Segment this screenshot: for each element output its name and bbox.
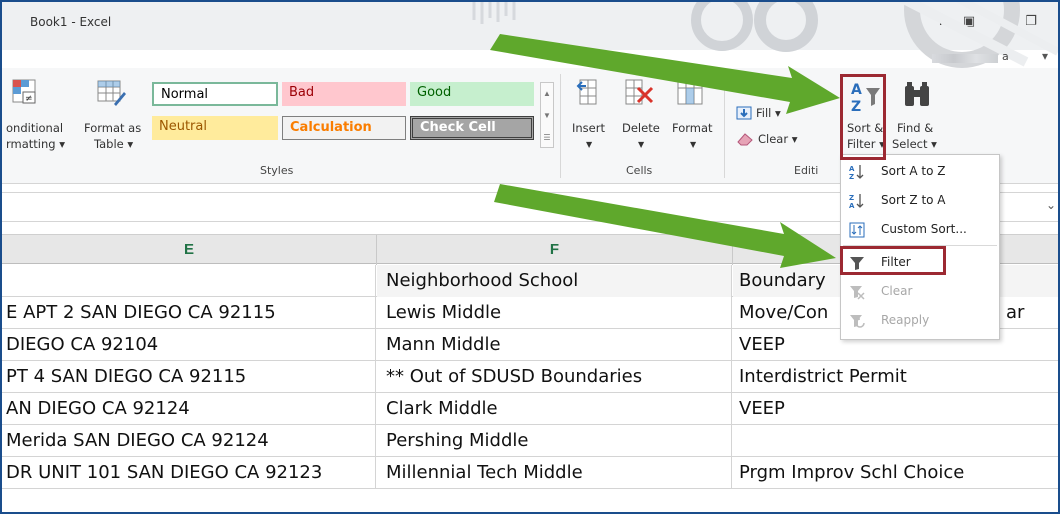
- menu-item-sort-z-to-a[interactable]: Z A Sort Z to A: [841, 186, 999, 214]
- style-good[interactable]: Good: [410, 82, 534, 106]
- cell-e[interactable]: E APT 2 SAN DIEGO CA 92115: [2, 297, 376, 329]
- insert-dropdown-icon[interactable]: ▼: [586, 137, 592, 152]
- help-button[interactable]: ?: [932, 14, 950, 29]
- menu-item-custom-sort[interactable]: Custom Sort...: [841, 215, 999, 243]
- styles-group-label: Styles: [260, 164, 294, 177]
- excel-window: Book1 - Excel ? ▣ — ❐ a ▾ ≠ onditional r…: [0, 0, 1060, 514]
- svg-text:Z: Z: [849, 173, 854, 180]
- style-calculation[interactable]: Calculation: [282, 116, 406, 140]
- cell-f[interactable]: Mann Middle: [377, 329, 732, 361]
- cell-e[interactable]: PT 4 SAN DIEGO CA 92115: [2, 361, 376, 393]
- table-row: DR UNIT 101 SAN DIEGO CA 92123 Millennia…: [2, 457, 1058, 489]
- format-cells-icon[interactable]: [676, 78, 706, 108]
- account-area[interactable]: a: [932, 50, 1012, 66]
- svg-text:Z: Z: [849, 194, 854, 202]
- menu-label: Clear: [881, 284, 913, 298]
- menu-label: Sort A to Z: [881, 164, 946, 178]
- cell-f[interactable]: Millennial Tech Middle: [377, 457, 732, 489]
- restore-button[interactable]: ❐: [1022, 14, 1040, 29]
- sort-filter-highlight-box: [840, 74, 886, 160]
- conditional-formatting-icon[interactable]: ≠: [10, 78, 38, 106]
- account-name-redacted: [932, 54, 998, 63]
- cell-g[interactable]: [733, 425, 1058, 457]
- format-dropdown-icon[interactable]: ▼: [690, 137, 696, 152]
- menu-label: Reapply: [881, 313, 930, 327]
- ribbon-display-options-button[interactable]: ▣: [960, 14, 978, 29]
- find-select-label-2[interactable]: Select ▾: [892, 137, 937, 152]
- insert-cells-icon[interactable]: [576, 78, 602, 108]
- insert-button[interactable]: Insert: [572, 121, 605, 136]
- style-normal[interactable]: Normal: [152, 82, 278, 106]
- conditional-formatting-label-2[interactable]: rmatting ▾: [6, 137, 65, 152]
- cell-e[interactable]: DR UNIT 101 SAN DIEGO CA 92123: [2, 457, 376, 489]
- cell-e[interactable]: Merida SAN DIEGO CA 92124: [2, 425, 376, 457]
- cell-f[interactable]: Neighborhood School: [377, 265, 732, 297]
- title-bar: Book1 - Excel ? ▣ — ❐: [2, 2, 1058, 50]
- cell-e[interactable]: DIEGO CA 92104: [2, 329, 376, 361]
- clear-eraser-icon[interactable]: [736, 132, 754, 146]
- editing-group-label: Editi: [794, 164, 819, 177]
- cell-e[interactable]: [2, 265, 376, 297]
- cells-group-label: Cells: [626, 164, 653, 177]
- delete-cells-icon[interactable]: [624, 78, 654, 108]
- format-as-table-icon[interactable]: [94, 78, 126, 108]
- styles-gallery-scroll[interactable]: ▲ ▼ ☰: [540, 82, 554, 148]
- delete-dropdown-icon[interactable]: ▼: [638, 137, 644, 152]
- cell-g[interactable]: Prgm Improv Schl Choice: [733, 457, 1058, 489]
- fill-icon[interactable]: [736, 106, 752, 120]
- formula-bar-expand-icon[interactable]: ⌄: [1046, 198, 1056, 212]
- sort-ascending-icon: A Z: [849, 165, 864, 180]
- cell-f[interactable]: Clark Middle: [377, 393, 732, 425]
- filter-highlight-box: [840, 246, 946, 275]
- account-chevron-icon[interactable]: ▾: [1042, 49, 1048, 63]
- menu-item-clear[interactable]: Clear: [841, 277, 999, 305]
- group-divider: [560, 74, 561, 178]
- clear-filter-icon: [850, 286, 865, 300]
- format-as-table-label-1[interactable]: Format as: [84, 121, 141, 136]
- group-divider: [724, 74, 725, 178]
- menu-label: Custom Sort...: [881, 222, 967, 236]
- column-header-e[interactable]: E: [2, 235, 377, 265]
- fill-button[interactable]: Fill ▾: [756, 106, 781, 121]
- table-row: PT 4 SAN DIEGO CA 92115 ** Out of SDUSD …: [2, 361, 1058, 393]
- menu-label: Sort Z to A: [881, 193, 946, 207]
- format-button[interactable]: Format: [672, 121, 713, 136]
- style-bad[interactable]: Bad: [282, 82, 406, 106]
- binoculars-icon[interactable]: [902, 80, 932, 112]
- cell-f[interactable]: Lewis Middle: [377, 297, 732, 329]
- cell-g-tail: ar: [1006, 302, 1025, 323]
- window-title: Book1 - Excel: [30, 15, 112, 29]
- gallery-up-icon[interactable]: ▲: [541, 83, 553, 105]
- cell-f[interactable]: ** Out of SDUSD Boundaries: [377, 361, 732, 393]
- table-row: Merida SAN DIEGO CA 92124 Pershing Middl…: [2, 425, 1058, 457]
- conditional-formatting-label-1[interactable]: onditional: [6, 121, 63, 136]
- menu-item-reapply[interactable]: Reapply: [841, 306, 999, 334]
- column-header-f[interactable]: F: [377, 235, 733, 265]
- cell-g[interactable]: Interdistrict Permit: [733, 361, 1058, 393]
- cell-e[interactable]: AN DIEGO CA 92124: [2, 393, 376, 425]
- style-neutral[interactable]: Neutral: [152, 116, 278, 140]
- cell-g[interactable]: VEEP: [733, 393, 1058, 425]
- format-as-table-label-2[interactable]: Table ▾: [94, 137, 133, 152]
- sort-descending-icon: Z A: [849, 194, 864, 209]
- custom-sort-icon: [849, 222, 865, 238]
- clear-button[interactable]: Clear ▾: [758, 132, 798, 147]
- svg-text:A: A: [849, 202, 855, 209]
- find-select-label-1[interactable]: Find &: [897, 121, 933, 136]
- svg-text:A: A: [849, 165, 855, 173]
- gallery-more-icon[interactable]: ☰: [541, 127, 553, 149]
- minimize-button[interactable]: —: [992, 14, 1010, 29]
- gallery-down-icon[interactable]: ▼: [541, 105, 553, 127]
- cell-f[interactable]: Pershing Middle: [377, 425, 732, 457]
- delete-button[interactable]: Delete: [622, 121, 660, 136]
- menu-item-sort-a-to-z[interactable]: A Z Sort A to Z: [841, 157, 999, 185]
- reapply-filter-icon: [850, 315, 865, 328]
- style-check-cell[interactable]: Check Cell: [410, 116, 534, 140]
- account-initial: a: [1002, 50, 1009, 63]
- svg-text:≠: ≠: [25, 94, 33, 104]
- table-row: AN DIEGO CA 92124 Clark Middle VEEP: [2, 393, 1058, 425]
